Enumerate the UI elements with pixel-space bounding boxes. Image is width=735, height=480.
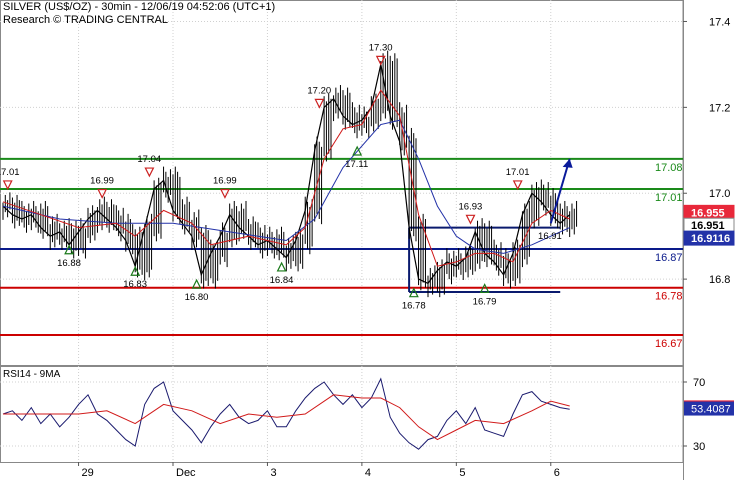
forecast-arrowhead	[562, 158, 573, 168]
rsi-y-tick-label: 70	[693, 377, 705, 389]
marker-label: 17.20	[307, 85, 331, 96]
resistance-marker	[144, 167, 155, 178]
support-marker	[276, 261, 287, 272]
level-label: 16.78	[655, 291, 683, 303]
resistance-marker	[465, 214, 476, 225]
rsi-last-value-label: 53.4087	[691, 404, 731, 416]
marker-label: 16.78	[402, 301, 426, 312]
last-value-label: 16.955	[691, 207, 725, 219]
marker-label: 17.30	[369, 42, 393, 53]
rsi-title: RSI14 - 9MA	[3, 369, 61, 380]
marker-label: 16.88	[57, 258, 81, 269]
level-label: 16.87	[655, 252, 683, 264]
marker-label: 16.93	[459, 201, 483, 212]
y-tick-label: 17.4	[709, 16, 730, 28]
x-tick-label: 3	[270, 467, 276, 479]
marker-label: 16.99	[90, 176, 114, 187]
level-label: 17.08	[655, 162, 683, 174]
level-label: 16.67	[655, 338, 683, 350]
marker-label: 17.11	[345, 159, 368, 170]
y-tick-label: 16.8	[709, 274, 730, 286]
marker-label: 17.04	[137, 154, 161, 165]
chart-title: SILVER (US$/OZ) - 30min - 12/06/19 04:52…	[3, 1, 276, 13]
marker-label: 16.83	[123, 279, 147, 290]
rsi-pane-frame	[0, 366, 684, 463]
marker-label: 16.80	[185, 292, 209, 303]
marker-label: 16.91	[538, 231, 562, 242]
marker-label: 17.01	[506, 167, 530, 178]
y-tick-label: 17.0	[709, 188, 730, 200]
marker-label: 16.79	[473, 296, 497, 307]
marker-label: 16.84	[270, 275, 294, 286]
last-value-label: 16.9116	[691, 233, 730, 245]
level-label: 17.01	[655, 192, 683, 204]
chart-subtitle: Research © TRADING CENTRAL	[3, 14, 168, 26]
last-value-label: 16.951	[691, 220, 725, 232]
marker-label: 17.01	[0, 167, 20, 178]
rsi-y-tick-label: 30	[693, 441, 705, 453]
y-tick-label: 17.2	[709, 102, 730, 114]
x-tick-label: 4	[365, 467, 371, 479]
marker-label: 16.99	[213, 176, 237, 187]
resistance-marker	[512, 180, 523, 191]
rsi-line	[2, 377, 570, 450]
x-tick-label: 5	[459, 467, 465, 479]
chart-canvas: 17.08 17.01 16.87 16.78 16.67 17.01 16.99 16.8…	[0, 0, 735, 480]
resistance-marker	[2, 180, 13, 191]
x-tick-label: Dec	[176, 467, 196, 479]
rsi-ma-line	[3, 394, 570, 441]
resistance-marker	[314, 98, 325, 109]
x-tick-label: 6	[554, 467, 560, 479]
x-tick-label: 29	[82, 467, 94, 479]
